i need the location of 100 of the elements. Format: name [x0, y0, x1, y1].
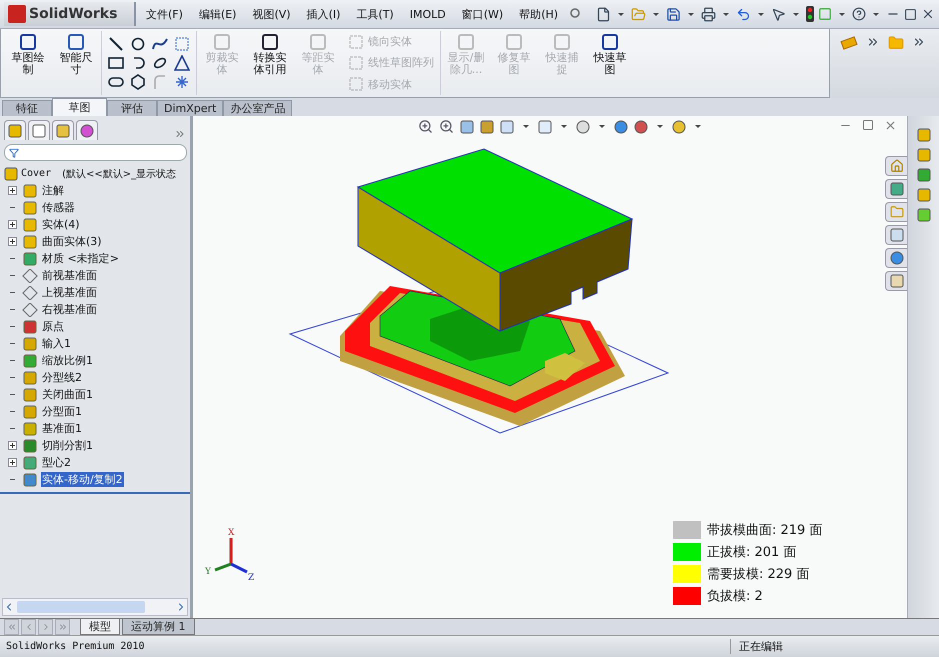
feature-tree-tab[interactable]: [4, 120, 26, 140]
command-tab[interactable]: 草图: [52, 98, 107, 116]
ribbon-button[interactable]: 智能尺寸: [53, 31, 99, 95]
ribbon-button[interactable]: 转换实体引用: [247, 31, 293, 95]
feature-icon: [22, 184, 38, 198]
tree-item[interactable]: 关闭曲面1: [41, 387, 94, 402]
dotted-square-icon: [349, 77, 363, 92]
menu-item[interactable]: 编辑(E): [192, 6, 242, 22]
dotted-square-icon: [349, 56, 363, 70]
custom-properties-tab[interactable]: [885, 271, 907, 291]
save-icon[interactable]: [666, 6, 681, 22]
zoom-icon[interactable]: [418, 119, 433, 134]
feature-icon: [22, 354, 38, 368]
close-icon[interactable]: [921, 7, 935, 21]
command-tab[interactable]: 办公室产品: [223, 100, 292, 116]
tree-item[interactable]: 型心2: [41, 455, 72, 470]
dotted-square-icon: [349, 34, 363, 49]
filter-icon: [9, 148, 19, 158]
tree-item[interactable]: 上视基准面: [41, 285, 98, 300]
view-palette-tab[interactable]: [885, 225, 907, 245]
menu-item[interactable]: 视图(V): [246, 6, 297, 22]
appearances-tab[interactable]: [885, 248, 907, 268]
legend-label: 需要拔模: 229 面: [707, 566, 810, 583]
sphere-icon[interactable]: [672, 120, 686, 134]
tree-item[interactable]: 右视基准面: [41, 302, 98, 317]
tree-item[interactable]: 输入1: [41, 336, 72, 351]
library-tab[interactable]: [885, 179, 907, 199]
tree-item[interactable]: 曲面实体(3): [41, 234, 103, 249]
menu-item[interactable]: 帮助(H): [513, 6, 564, 22]
legend-label: 正拔模: 201 面: [707, 544, 796, 561]
configuration-tab[interactable]: [52, 120, 74, 140]
star-icon[interactable]: [174, 74, 190, 90]
expand-icon[interactable]: [8, 237, 17, 246]
menu-item[interactable]: 工具(T): [350, 6, 400, 22]
undo-icon[interactable]: [736, 6, 751, 22]
property-tab[interactable]: [28, 120, 50, 140]
circle-icon[interactable]: [130, 36, 146, 52]
last-icon: [58, 622, 68, 632]
configuration-label: (默认<<默认>_显示状态: [62, 168, 176, 180]
tree-item[interactable]: 切削分割1: [41, 438, 94, 453]
home-tab[interactable]: [885, 156, 907, 176]
expand-icon[interactable]: [8, 458, 17, 467]
dashed-square-icon[interactable]: [174, 36, 190, 52]
traffic-light-icon[interactable]: [806, 6, 814, 22]
feature-icon: [22, 456, 38, 470]
feature-icon: [22, 320, 38, 334]
feature-icon: [22, 200, 38, 214]
expand-icon[interactable]: [8, 186, 17, 195]
help-icon[interactable]: [852, 7, 866, 21]
chevrons-icon[interactable]: [174, 128, 186, 140]
menu-item[interactable]: IMOLD: [404, 8, 452, 20]
ellipse-icon[interactable]: [152, 55, 168, 71]
tree-item[interactable]: 分型面1: [41, 404, 83, 419]
home-icon: [890, 159, 904, 173]
menu-item[interactable]: 窗口(W): [456, 6, 510, 22]
model-tab[interactable]: 运动算例 1: [122, 619, 194, 635]
feature-icon: [22, 388, 38, 402]
pointer-icon[interactable]: [771, 6, 786, 22]
menu-item[interactable]: 文件(F): [140, 6, 189, 22]
line-icon[interactable]: [108, 36, 124, 52]
zoom-area-icon[interactable]: [439, 119, 454, 134]
tree-item[interactable]: 注解: [41, 183, 65, 198]
horizontal-scrollbar[interactable]: [2, 598, 188, 616]
tree-item[interactable]: 实体-移动/复制2: [41, 472, 124, 487]
command-tab[interactable]: DimXpert: [157, 100, 224, 116]
first-icon: [6, 622, 16, 632]
part-name[interactable]: Cover: [21, 168, 52, 179]
filter-field[interactable]: [4, 144, 187, 161]
new-file-icon[interactable]: [596, 6, 611, 22]
slot-icon[interactable]: [108, 74, 124, 90]
tree-item[interactable]: 传感器: [41, 200, 76, 215]
model-tab[interactable]: 模型: [80, 619, 120, 635]
hexagon-icon[interactable]: [130, 74, 146, 90]
feature-icon: [22, 404, 38, 418]
maximize-icon[interactable]: [904, 8, 917, 20]
close-icon[interactable]: [884, 119, 897, 132]
spline-icon[interactable]: [152, 36, 168, 52]
folder-icon: [890, 205, 904, 219]
expand-icon[interactable]: [8, 441, 17, 450]
command-tab[interactable]: 评估: [107, 100, 157, 116]
tree-item[interactable]: 缩放比例1: [41, 353, 94, 368]
feature-icon: [22, 370, 38, 384]
legend-label: 负拔模: 2: [707, 588, 763, 605]
menu-item[interactable]: 插入(I): [300, 6, 346, 22]
tree-item[interactable]: 分型线2: [41, 370, 83, 385]
expand-icon[interactable]: [8, 220, 17, 229]
tree-item[interactable]: 前视基准面: [41, 268, 98, 283]
tree-item[interactable]: 实体(4): [41, 217, 81, 232]
ribbon-button[interactable]: 快速草图: [587, 31, 633, 95]
restore-icon[interactable]: [862, 119, 874, 132]
rectangle-icon[interactable]: [108, 55, 124, 71]
triangle-icon[interactable]: [174, 55, 190, 71]
plane-icon: [22, 302, 38, 316]
tree-item[interactable]: 原点: [41, 319, 65, 334]
tree-item[interactable]: 材质 <未指定>: [41, 251, 120, 266]
dimxpert-tab[interactable]: [76, 120, 98, 140]
tree-item[interactable]: 基准面1: [41, 421, 83, 436]
printer-icon[interactable]: [701, 6, 716, 22]
command-tab[interactable]: 特征: [2, 100, 52, 116]
ribbon-button[interactable]: 草图绘制: [5, 31, 51, 95]
